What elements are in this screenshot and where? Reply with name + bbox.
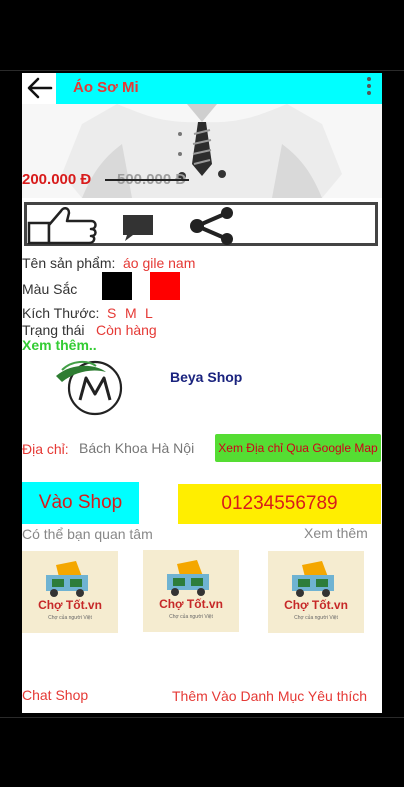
divider [0,717,404,718]
chotot-logo-text: Chợ Tốt.vn [159,597,223,611]
color-swatch-red[interactable] [150,272,180,300]
address-value: Bách Khoa Hà Nội [79,440,195,456]
arrow-left-icon[interactable] [25,77,53,99]
more-vert-icon[interactable] [366,77,372,101]
chotot-logo-image: Chợ Tốt.vn Chợ của người Việt [143,550,239,632]
price-current: 200.000 Đ [22,171,92,188]
thumbs-up-icon[interactable] [27,205,97,245]
divider [0,70,404,71]
size-option-m[interactable]: M [125,305,137,321]
phone-button[interactable]: 01234556789 [178,484,381,524]
action-bar [24,202,378,246]
add-favorite-link[interactable]: Thêm Vào Danh Mục Yêu thích [172,688,367,704]
color-label: Màu Sắc [22,281,78,297]
related-item[interactable]: Chợ Tốt.vn Chợ của người Việt [268,551,364,633]
color-swatch-black[interactable] [102,272,132,300]
comment-icon[interactable] [121,213,155,243]
chotot-logo-image: Chợ Tốt.vn Chợ của người Việt [268,551,364,633]
chotot-logo-text: Chợ Tốt.vn [38,598,102,612]
svg-text:Chợ của người Việt: Chợ của người Việt [169,613,213,620]
shop-logo [56,360,123,416]
page-title: Áo Sơ Mi [73,79,139,96]
size-label: Kích Thước: [22,305,100,321]
see-more-link[interactable]: Xem thêm.. [22,337,97,353]
name-value: áo gile nam [123,255,196,271]
related-item[interactable]: Chợ Tốt.vn Chợ của người Việt [143,550,239,632]
share-icon[interactable] [187,207,239,245]
related-see-more[interactable]: Xem thêm [304,525,368,541]
svg-text:Chợ của người Việt: Chợ của người Việt [48,614,92,621]
app-screen: Áo Sơ Mi 200.000 Đ 500.000 Đ Tên sản phẩ… [22,73,382,713]
address-label: Địa chỉ: [22,441,69,457]
chotot-logo-text: Chợ Tốt.vn [284,598,348,612]
chat-shop-link[interactable]: Chat Shop [22,687,88,703]
status-value: Còn hàng [96,322,157,338]
status-label: Trạng thái [22,322,85,338]
svg-text:Chợ của người Việt: Chợ của người Việt [294,614,338,621]
google-map-button[interactable]: Xem Địa chỉ Qua Google Map [215,434,381,462]
related-item[interactable]: Chợ Tốt.vn Chợ của người Việt [22,551,118,633]
size-option-s[interactable]: S [107,305,116,321]
shop-name[interactable]: Beya Shop [170,369,242,385]
name-label: Tên sản phẩm: [22,255,116,271]
phone-frame: Áo Sơ Mi 200.000 Đ 500.000 Đ Tên sản phẩ… [0,0,404,787]
visit-shop-button[interactable]: Vào Shop [22,482,139,524]
strikethrough-line [105,179,189,181]
chotot-logo-image: Chợ Tốt.vn Chợ của người Việt [22,551,118,633]
size-option-l[interactable]: L [145,305,153,321]
related-title: Có thể bạn quan tâm [22,526,153,542]
